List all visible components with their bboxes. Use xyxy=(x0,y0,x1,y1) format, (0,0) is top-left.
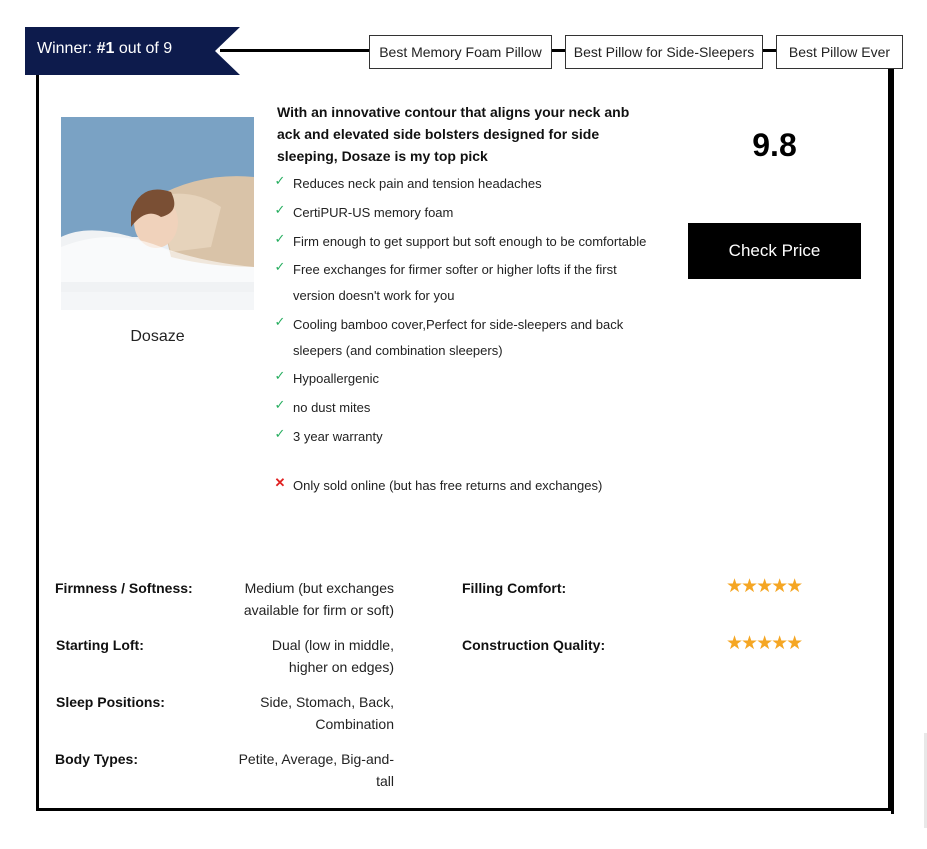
product-name: Dosaze xyxy=(130,328,185,345)
rating-stars-filling: ★★★★★ xyxy=(726,576,803,597)
rating-stars-construction: ★★★★★ xyxy=(726,633,803,654)
pillow-photo-icon xyxy=(61,117,254,310)
rating-label-construction: Construction Quality: xyxy=(462,637,606,653)
product-image[interactable] xyxy=(61,117,254,310)
check-icon: ✓ xyxy=(274,259,286,274)
check-icon: ✓ xyxy=(274,314,286,329)
check-icon: ✓ xyxy=(274,397,286,412)
check-price-button[interactable]: Check Price xyxy=(688,223,861,279)
check-icon: ✓ xyxy=(274,426,286,441)
check-icon: ✓ xyxy=(274,173,286,188)
spec-label-loft: Starting Loft: xyxy=(56,637,144,653)
product-score: 9.8 xyxy=(752,127,797,163)
spec-value-loft: Dual (low in middle, higher on edges) xyxy=(271,637,394,675)
check-icon: ✓ xyxy=(274,368,286,383)
check-icon: ✓ xyxy=(274,231,286,246)
spec-label-firmness: Firmness / Softness: xyxy=(55,580,193,596)
card-right-border xyxy=(891,49,894,814)
check-icon: ✓ xyxy=(274,202,286,217)
spec-value-body-types: Petite, Average, Big-and-tall xyxy=(238,751,394,789)
tag-best-memory-foam[interactable]: Best Memory Foam Pillow xyxy=(369,35,552,69)
tag-side-sleepers[interactable]: Best Pillow for Side-Sleepers xyxy=(565,35,763,69)
spec-value-firmness: Medium (but exchanges available for firm… xyxy=(243,580,394,618)
product-description: With an innovative contour that aligns y… xyxy=(277,104,630,164)
cross-icon: ✕ xyxy=(274,475,286,490)
winner-label: Winner: #1 out of 9 xyxy=(37,40,173,57)
spec-label-positions: Sleep Positions: xyxy=(56,694,165,710)
spec-value-positions: Side, Stomach, Back, Combination xyxy=(260,694,394,732)
spec-label-body-types: Body Types: xyxy=(55,751,138,767)
tag-best-pillow-ever[interactable]: Best Pillow Ever xyxy=(776,35,903,69)
rating-label-filling: Filling Comfort: xyxy=(462,580,567,596)
